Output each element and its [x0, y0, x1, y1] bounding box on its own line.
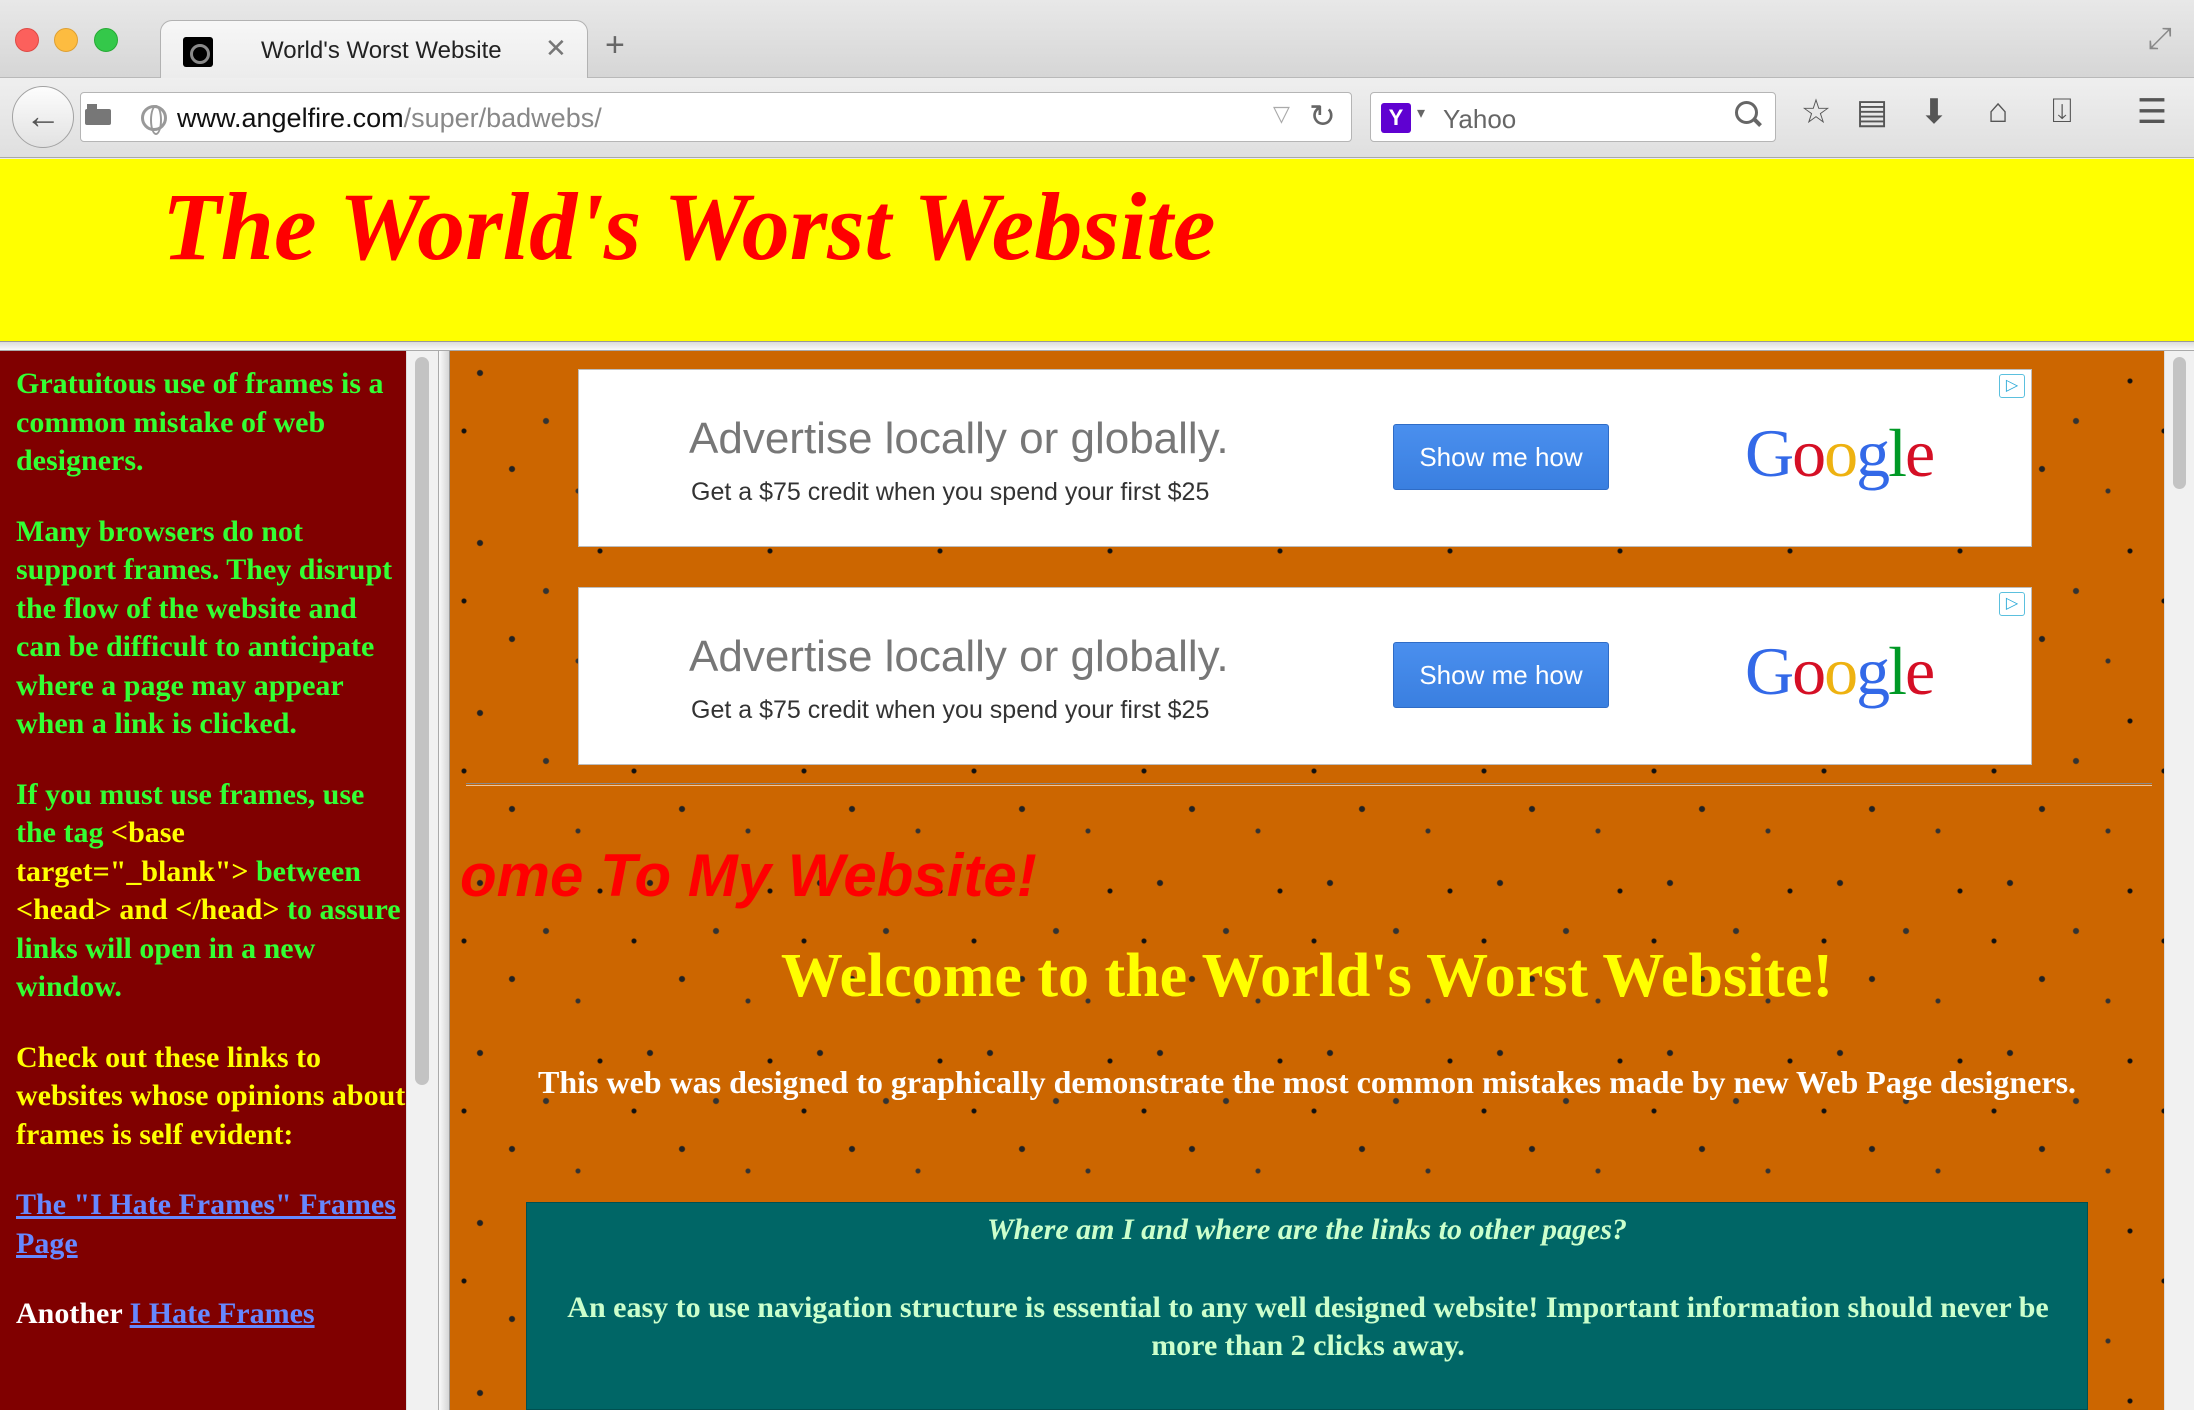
another-i-hate-frames-link[interactable]: I Hate Frames: [130, 1297, 315, 1330]
ad-subtext: Get a $75 credit when you spend your fir…: [691, 478, 1210, 506]
main-frame-scroll-thumb[interactable]: [2173, 357, 2186, 489]
links-intro-text: Check out these links to websites whose …: [16, 1040, 406, 1151]
search-engine-dropdown-icon[interactable]: ▾: [1417, 103, 1425, 123]
bookmarks-list-icon[interactable]: ▤: [1850, 92, 1894, 132]
favicon-icon: [183, 37, 213, 67]
url-path: /super/badwebs/: [403, 103, 602, 133]
bookmark-star-icon[interactable]: ☆: [1794, 92, 1838, 132]
show-me-how-button[interactable]: Show me how: [1393, 642, 1609, 708]
yahoo-icon[interactable]: Y: [1381, 103, 1411, 133]
hamburger-menu-icon[interactable]: ☰: [2130, 92, 2174, 132]
window-minimize-button[interactable]: [54, 28, 78, 52]
adchoices-icon[interactable]: ▷: [1999, 374, 2025, 398]
left-frame-content: Gratuitous use of frames is a common mis…: [16, 365, 406, 1366]
window-close-button[interactable]: [15, 28, 39, 52]
frames-support-text: Many browsers do not support frames. The…: [16, 514, 393, 741]
google-logo: Google: [1745, 633, 1935, 709]
tab-groups-icon[interactable]: [85, 103, 113, 127]
google-logo: Google: [1745, 415, 1935, 491]
welcome-heading: Welcome to the World's Worst Website!: [780, 942, 1834, 1010]
main-frame-scrollbar[interactable]: [2164, 351, 2194, 1410]
new-tab-button[interactable]: +: [605, 26, 625, 65]
reload-icon[interactable]: ↻: [1309, 97, 1336, 135]
base-target-tip: If you must use frames, use the tag <bas…: [16, 777, 401, 1004]
adchoices-icon[interactable]: ▷: [1999, 592, 2025, 616]
horizontal-rule: [466, 783, 2152, 786]
search-icon[interactable]: [1735, 101, 1763, 129]
back-arrow-icon: ←: [25, 95, 61, 136]
home-icon[interactable]: ⌂: [1976, 92, 2020, 131]
another-label: Another: [16, 1297, 130, 1330]
navigation-answer: An easy to use navigation structure is e…: [567, 1291, 2049, 1362]
url-text[interactable]: www.angelfire.com/super/badwebs/: [177, 103, 602, 134]
navigation-toolbar: ← www.angelfire.com/super/badwebs/ ▽ ↻ Y…: [0, 78, 2194, 158]
frame-border-vertical[interactable]: [438, 351, 450, 1410]
fullscreen-icon[interactable]: ⤢: [2148, 22, 2180, 55]
google-ad-banner[interactable]: Advertise locally or globally. Get a $75…: [578, 369, 2032, 547]
main-frame: Advertise locally or globally. Get a $75…: [450, 351, 2164, 1410]
ad-subtext: Get a $75 credit when you spend your fir…: [691, 696, 1210, 724]
site-title: The World's Worst Website: [162, 173, 1216, 280]
url-host: www.angelfire.com: [177, 103, 404, 133]
save-to-pocket-icon[interactable]: ⍗: [2040, 92, 2084, 131]
left-frame: Gratuitous use of frames is a common mis…: [0, 351, 438, 1410]
search-input[interactable]: Yahoo: [1443, 104, 1516, 135]
navigation-question: Where am I and where are the links to ot…: [986, 1213, 1628, 1246]
tab-bar: World's Worst Website ✕ + ⤢: [0, 0, 2194, 78]
left-frame-scrollbar[interactable]: [406, 351, 438, 1410]
intro-text: This web was designed to graphically dem…: [537, 1064, 2077, 1100]
scrolling-welcome-marquee: ome To My Website!: [460, 842, 1037, 909]
ad-headline[interactable]: Advertise locally or globally.: [689, 632, 1229, 682]
browser-tab[interactable]: World's Worst Website ✕: [160, 20, 588, 78]
tab-title: World's Worst Website: [261, 37, 502, 64]
navigation-tip-box: Where am I and where are the links to ot…: [526, 1202, 2088, 1410]
top-frame: The World's Worst Website: [0, 159, 2194, 341]
google-ad-banner[interactable]: Advertise locally or globally. Get a $75…: [578, 587, 2032, 765]
i-hate-frames-link[interactable]: The "I Hate Frames" Frames Page: [16, 1188, 396, 1260]
frame-border-horizontal[interactable]: [0, 341, 2194, 351]
search-bar[interactable]: Y ▾ Yahoo: [1370, 92, 1776, 142]
show-me-how-button[interactable]: Show me how: [1393, 424, 1609, 490]
frames-mistake-text: Gratuitous use of frames is a common mis…: [16, 367, 384, 477]
window-zoom-button[interactable]: [94, 28, 118, 52]
url-history-dropdown-icon[interactable]: ▽: [1273, 101, 1290, 127]
left-frame-scroll-thumb[interactable]: [415, 357, 429, 1085]
ad-headline[interactable]: Advertise locally or globally.: [689, 414, 1229, 464]
globe-icon: [141, 105, 167, 135]
tab-close-icon[interactable]: ✕: [545, 33, 567, 64]
address-bar[interactable]: www.angelfire.com/super/badwebs/ ▽ ↻: [80, 92, 1352, 142]
back-button[interactable]: ←: [12, 86, 74, 148]
downloads-icon[interactable]: ⬇: [1912, 92, 1956, 132]
